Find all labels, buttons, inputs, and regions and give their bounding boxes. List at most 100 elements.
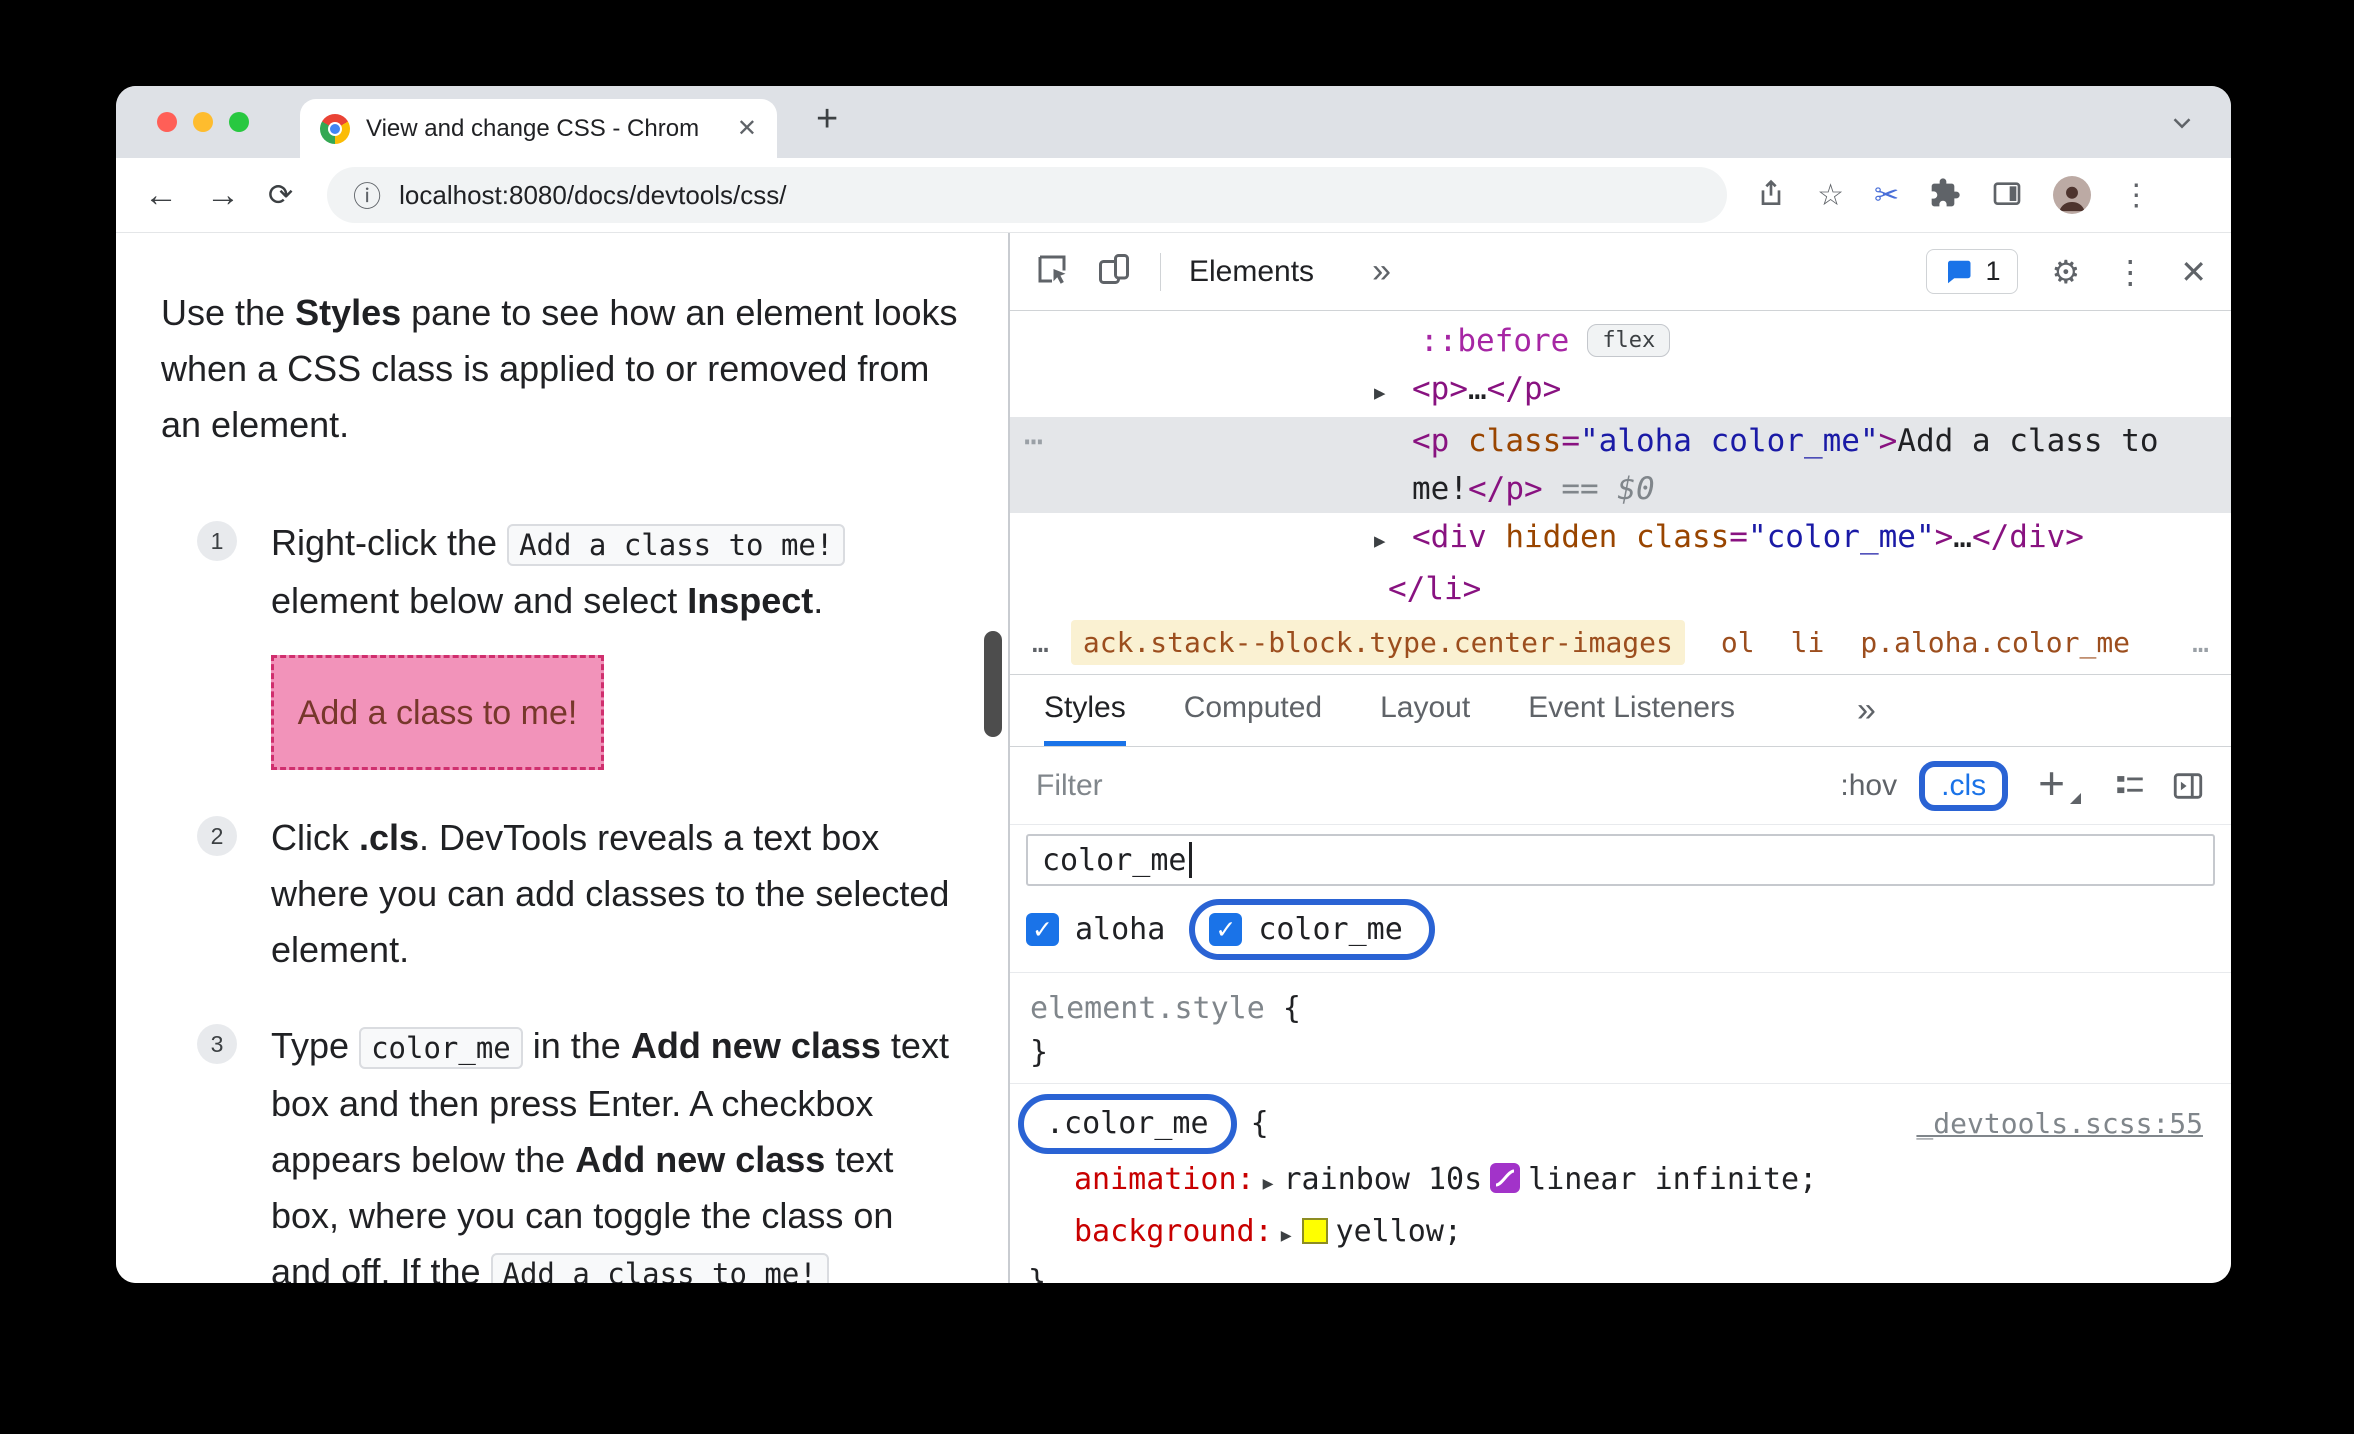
expand-arrow-icon[interactable]: ▶ (1374, 369, 1412, 417)
dom-row-selected[interactable]: ⋯ <p class="aloha color_me">Add a class … (1010, 417, 2231, 513)
dom-ellipsis: … (1953, 519, 1972, 555)
text-segment: Type (271, 1025, 360, 1066)
add-class-demo-box[interactable]: Add a class to me! (271, 655, 604, 770)
tab-title: View and change CSS - Chrom (366, 114, 700, 142)
dom-tag: <div (1412, 519, 1487, 555)
rendering-emulation-icon[interactable] (2113, 769, 2147, 803)
tab-elements[interactable]: Elements (1189, 255, 1314, 289)
tab-event-listeners[interactable]: Event Listeners (1528, 675, 1735, 746)
new-tab-button[interactable]: + (816, 98, 838, 141)
dom-row-p-collapsed[interactable]: ▶ <p>…</p> (1010, 365, 2231, 417)
bezier-curve-icon[interactable] (1490, 1162, 1521, 1206)
console-messages-button[interactable]: 1 (1926, 249, 2018, 294)
tabstrip-chevron-down-icon[interactable] (2167, 108, 2197, 143)
property-name[interactable]: animation: (1074, 1162, 1255, 1197)
color-me-selector-annotated[interactable]: .color_me (1018, 1094, 1237, 1154)
dom-more-actions-icon[interactable]: ⋯ (1024, 417, 1043, 465)
tab-computed[interactable]: Computed (1184, 675, 1322, 746)
tab-close-icon[interactable]: ✕ (737, 114, 757, 143)
element-style-selector[interactable]: element.style (1030, 991, 1265, 1026)
rule-color-me[interactable]: .color_me { _devtools.scss:55 animation:… (1010, 1084, 2231, 1283)
breadcrumb-li[interactable]: li (1791, 626, 1825, 659)
device-toolbar-icon[interactable] (1096, 251, 1132, 292)
dom-eq: = (1729, 519, 1748, 555)
dom-attr-name: class (1617, 519, 1730, 555)
tab-styles[interactable]: Styles (1044, 675, 1126, 746)
url-bar[interactable]: ⓘ localhost:8080/docs/devtools/css/ (327, 167, 1728, 223)
class-toggle-color-me-annotated[interactable]: ✓ color_me (1189, 899, 1435, 960)
browser-menu-kebab-icon[interactable]: ⋮ (2121, 178, 2151, 213)
expand-arrow-icon[interactable]: ▶ (1281, 1225, 1292, 1246)
styles-sidebar-tabs: Styles Computed Layout Event Listeners » (1010, 675, 2231, 747)
toggle-hover-state-button[interactable]: :hov (1840, 769, 1897, 803)
class-toggle-aloha[interactable]: ✓ aloha (1026, 912, 1165, 947)
dom-tag: <p> (1412, 371, 1468, 407)
traffic-light-close[interactable] (157, 112, 177, 132)
dom-attr-name: hidden (1486, 519, 1618, 555)
devtools-close-icon[interactable]: ✕ (2180, 253, 2207, 291)
dom-row-li-close[interactable]: </li> (1010, 565, 2231, 611)
dom-tag: > (1934, 519, 1954, 555)
add-new-class-input[interactable]: color_me (1026, 834, 2215, 886)
page-scrollbar-thumb[interactable] (984, 631, 1002, 737)
stylesheet-source-link[interactable]: _devtools.scss:55 (1916, 1102, 2203, 1146)
text-segment: Right-click the (271, 522, 508, 563)
expand-arrow-icon[interactable]: ▶ (1263, 1173, 1274, 1194)
dom-breadcrumbs: … ack.stack--block.type.center-images ol… (1010, 611, 2231, 675)
checkbox-checked-icon[interactable]: ✓ (1026, 913, 1059, 946)
text-segment: . (813, 580, 824, 621)
dom-equals: == (1542, 471, 1618, 507)
tab-layout[interactable]: Layout (1380, 675, 1470, 746)
traffic-light-zoom[interactable] (229, 112, 249, 132)
forward-icon[interactable]: → (206, 176, 240, 215)
class-label-aloha: aloha (1075, 912, 1166, 947)
dom-row-div-hidden[interactable]: ▶ <div hidden class="color_me">…</div> (1010, 513, 2231, 565)
breadcrumb-p-aloha-color-me[interactable]: p.aloha.color_me (1860, 626, 2130, 659)
checkbox-checked-icon[interactable]: ✓ (1209, 913, 1243, 946)
property-value[interactable]: rainbow 10s (1283, 1162, 1482, 1197)
property-value[interactable]: yellow; (1336, 1214, 1462, 1249)
dom-tag: </div> (1971, 519, 2084, 555)
color-swatch-yellow[interactable] (1301, 1218, 1328, 1244)
share-icon[interactable] (1755, 177, 1787, 214)
styles-filter-input[interactable] (1036, 768, 1841, 803)
side-panel-icon[interactable] (1991, 177, 2023, 214)
profile-avatar[interactable] (2053, 176, 2092, 214)
step-2: 2 Click .cls. DevTools reveals a text bo… (161, 810, 960, 978)
inspect-element-icon[interactable] (1034, 251, 1070, 292)
devtools-settings-gear-icon[interactable]: ⚙ (2052, 253, 2081, 291)
rule-element-style[interactable]: element.style { } (1010, 973, 2231, 1084)
breadcrumb-ol[interactable]: ol (1721, 626, 1755, 659)
property-background[interactable]: background: ▶ yellow; (1010, 1210, 2231, 1258)
dom-attr-value: "aloha color_me" (1579, 423, 1879, 459)
more-panels-icon[interactable]: » (1372, 252, 1391, 291)
dom-row-before[interactable]: ::before flex (1010, 317, 2231, 365)
breadcrumb-overflow-right[interactable]: … (2192, 626, 2209, 659)
property-animation[interactable]: animation: ▶ rainbow 10s linear infinite; (1010, 1158, 2231, 1206)
new-style-rule-button[interactable]: + (2038, 756, 2081, 810)
scissors-extension-icon[interactable]: ✂ (1874, 178, 1899, 213)
step-2-number: 2 (197, 816, 237, 856)
cls-button-annotated[interactable]: .cls (1919, 760, 2009, 811)
computed-sidebar-toggle-icon[interactable] (2171, 769, 2205, 803)
property-name[interactable]: background: (1074, 1214, 1273, 1249)
property-value[interactable]: linear infinite; (1528, 1162, 1817, 1197)
styles-filter-bar: :hov .cls + (1010, 747, 2231, 825)
breadcrumb-overflow-left[interactable]: … (1032, 626, 1049, 659)
bookmark-star-icon[interactable]: ☆ (1817, 178, 1844, 213)
rule-color-me-header: .color_me { _devtools.scss:55 (1010, 1094, 2231, 1154)
back-icon[interactable]: ← (144, 176, 178, 215)
traffic-light-minimize[interactable] (193, 112, 213, 132)
dom-tag: > (1878, 423, 1898, 459)
site-info-icon[interactable]: ⓘ (353, 175, 381, 215)
close-brace: } (1030, 1035, 1049, 1070)
flex-badge[interactable]: flex (1587, 324, 1671, 357)
reload-icon[interactable]: ⟳ (268, 178, 293, 213)
more-tabs-icon[interactable]: » (1857, 675, 1876, 746)
browser-tab[interactable]: View and change CSS - Chrom ✕ (300, 99, 777, 158)
dom-ellipsis: … (1468, 371, 1487, 407)
devtools-menu-kebab-icon[interactable]: ⋮ (2114, 253, 2146, 291)
breadcrumb-stack-block[interactable]: ack.stack--block.type.center-images (1070, 620, 1685, 665)
extensions-puzzle-icon[interactable] (1929, 177, 1961, 214)
expand-arrow-icon[interactable]: ▶ (1374, 517, 1412, 565)
